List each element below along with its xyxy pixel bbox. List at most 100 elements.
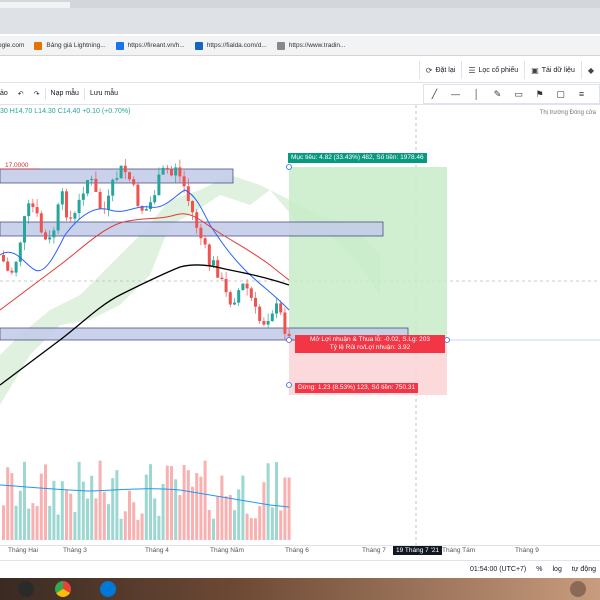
candle-body bbox=[191, 201, 194, 213]
volume-bar bbox=[241, 475, 245, 540]
volume-bar bbox=[56, 514, 60, 540]
download-data-button[interactable]: ▣ Tải dữ liệu bbox=[524, 61, 581, 79]
volume-bar bbox=[212, 518, 215, 540]
bookmark-item[interactable]: https://fireant.vn/h... bbox=[115, 41, 185, 50]
candle-body bbox=[161, 167, 165, 175]
cut-label[interactable]: ảo bbox=[0, 90, 13, 97]
x-tick: Tháng Hai bbox=[8, 547, 38, 554]
bookmark-item[interactable]: https://www.tradin... bbox=[276, 41, 345, 50]
volume-bar bbox=[149, 464, 152, 540]
bookmark-item[interactable]: ogle.com bbox=[0, 42, 24, 49]
volume-bar bbox=[275, 462, 278, 540]
candle-body bbox=[6, 261, 10, 271]
browser-active-tab[interactable] bbox=[0, 2, 70, 8]
more-button[interactable]: ◆ bbox=[580, 61, 600, 79]
candle-body bbox=[128, 172, 131, 180]
volume-bar bbox=[23, 461, 26, 540]
settings-icon[interactable] bbox=[570, 581, 586, 597]
log-toggle[interactable]: log bbox=[553, 566, 562, 573]
redo-icon[interactable]: ↷ bbox=[29, 90, 45, 98]
candle-body bbox=[207, 244, 211, 266]
candle-body bbox=[216, 260, 220, 278]
edge-icon[interactable] bbox=[100, 581, 116, 597]
horizontal-line-icon[interactable]: — bbox=[445, 85, 466, 103]
volume-bar bbox=[161, 483, 165, 540]
x-cursor-label: 19 Tháng 7 '21 bbox=[393, 546, 443, 555]
bookmark-label: https://fialda.com/d... bbox=[206, 42, 267, 49]
volume-bar bbox=[216, 496, 220, 540]
fireant-icon bbox=[115, 41, 124, 50]
rectangle-icon[interactable]: ▢ bbox=[550, 85, 571, 103]
callout-icon[interactable]: ▭ bbox=[508, 85, 529, 103]
candle-body bbox=[60, 191, 64, 205]
chrome-icon[interactable] bbox=[55, 581, 71, 597]
candle-body bbox=[165, 167, 169, 170]
x-tick: Tháng 6 bbox=[285, 547, 309, 554]
undo-icon[interactable]: ↶ bbox=[13, 90, 29, 98]
volume-bar bbox=[283, 477, 287, 540]
volume-bar bbox=[2, 505, 5, 540]
tv-top-toolbar: ⟳ Đặt lại ☰ Lọc cổ phiếu ▣ Tải dữ liệu ◆ bbox=[0, 57, 600, 83]
volume-bar bbox=[157, 515, 161, 540]
open-pl-label[interactable]: Mở Lợi nhuận & Thua lỗ: -0.02, S.Lg: 203… bbox=[295, 335, 445, 353]
screen: ogle.com Bảng giá Lightning... https://fir… bbox=[0, 0, 600, 600]
volume-bar bbox=[73, 512, 77, 540]
target-label[interactable]: Mục tiêu: 4.82 (33.43%) 482, Số tiền: 19… bbox=[288, 153, 427, 163]
text-icon[interactable]: ≡ bbox=[571, 85, 592, 103]
chart-canvas[interactable] bbox=[0, 105, 600, 545]
stop-label[interactable]: Dừng: 1.23 (8.53%) 123, Số tiền: 750.31 bbox=[295, 383, 419, 393]
candle-body bbox=[245, 283, 249, 289]
save-template-button[interactable]: Lưu mẫu bbox=[85, 90, 123, 97]
load-template-button[interactable]: Nạp mẫu bbox=[46, 90, 84, 97]
candle-body bbox=[119, 165, 123, 179]
more-icon: ◆ bbox=[587, 65, 594, 75]
bookmark-item[interactable]: https://fialda.com/d... bbox=[194, 41, 267, 50]
candle-body bbox=[153, 195, 157, 203]
stock-filter-button[interactable]: ☰ Lọc cổ phiếu bbox=[461, 61, 524, 79]
price-chart[interactable]: 17.0000 Mục tiêu: 4.82 (33.43%) 482, Số … bbox=[0, 105, 600, 545]
bookmarks-bar: ogle.com Bảng giá Lightning... https://fir… bbox=[0, 36, 600, 56]
candle-body bbox=[266, 321, 270, 325]
volume-bar bbox=[228, 494, 232, 540]
x-tick: Tháng Tám bbox=[442, 547, 476, 554]
bookmark-item[interactable]: Bảng giá Lightning... bbox=[34, 41, 106, 50]
volume-bar bbox=[140, 513, 144, 540]
candle-body bbox=[94, 178, 98, 192]
candle-body bbox=[123, 165, 127, 173]
candle-body bbox=[241, 283, 245, 291]
candle-body bbox=[107, 195, 110, 210]
volume-bars bbox=[2, 460, 291, 540]
python-icon[interactable] bbox=[18, 581, 34, 597]
bookmark-label: ogle.com bbox=[0, 42, 25, 49]
download-data-label: Tải dữ liệu bbox=[541, 66, 575, 74]
volume-bar bbox=[258, 506, 262, 540]
x-tick: Tháng 4 bbox=[145, 547, 169, 554]
volume-bar bbox=[287, 477, 291, 540]
time-display[interactable]: 01:54:00 (UTC+7) bbox=[470, 566, 526, 573]
candle-body bbox=[233, 302, 236, 305]
vertical-line-icon[interactable]: │ bbox=[466, 85, 487, 103]
trend-line-icon[interactable]: ╱ bbox=[424, 85, 445, 103]
x-axis[interactable]: Tháng Hai Tháng 3 Tháng 4 Tháng Năm Thán… bbox=[0, 545, 600, 559]
filter-icon: ☰ bbox=[468, 65, 476, 75]
entry-handle bbox=[286, 337, 292, 343]
flag-icon[interactable]: ⚑ bbox=[529, 85, 550, 103]
auto-toggle[interactable]: tự động bbox=[572, 566, 596, 573]
candle-body bbox=[220, 277, 224, 280]
candle-body bbox=[2, 255, 5, 262]
bookmark-label: https://fireant.vn/h... bbox=[127, 42, 185, 49]
volume-bar bbox=[98, 460, 102, 540]
volume-bar bbox=[136, 519, 140, 540]
refresh-icon: ⟳ bbox=[425, 65, 433, 75]
candle-body bbox=[115, 178, 119, 180]
candle-body bbox=[39, 213, 43, 233]
x-tick: Tháng 7 bbox=[362, 547, 386, 554]
candle-body bbox=[86, 180, 89, 194]
candle-body bbox=[249, 288, 253, 298]
reset-button[interactable]: ⟳ Đặt lại bbox=[418, 61, 462, 79]
volume-bar bbox=[107, 504, 110, 540]
volume-bar bbox=[262, 482, 266, 540]
volume-bar bbox=[199, 476, 203, 540]
percent-toggle[interactable]: % bbox=[536, 566, 542, 573]
brush-icon[interactable]: ✎ bbox=[487, 85, 508, 103]
